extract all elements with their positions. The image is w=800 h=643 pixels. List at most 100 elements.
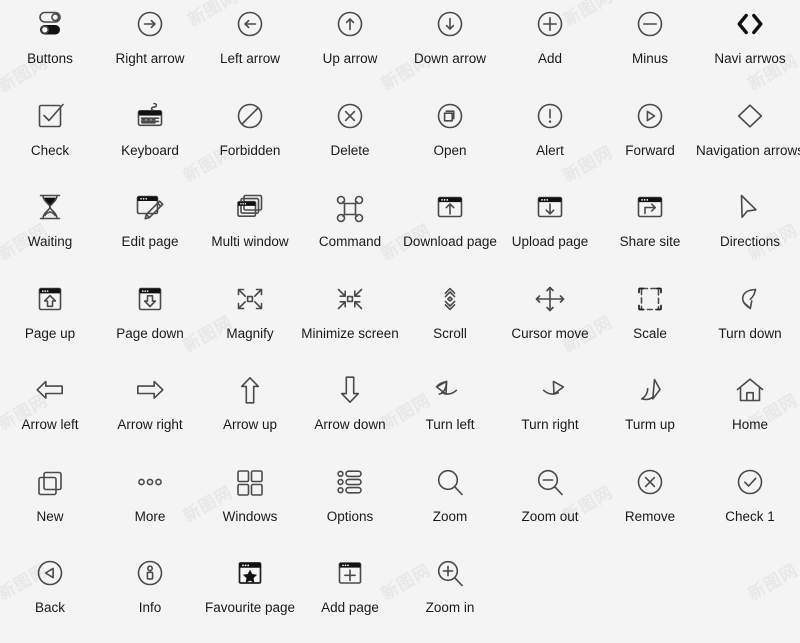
icon-cell[interactable]: Minus bbox=[600, 0, 700, 92]
icon-cell[interactable]: Forbidden bbox=[200, 92, 300, 184]
icon-label: Arrow left bbox=[21, 417, 79, 432]
icon-cell[interactable]: New bbox=[0, 458, 100, 550]
icon-label: Scroll bbox=[433, 325, 467, 341]
icon-cell[interactable]: Add page bbox=[300, 549, 400, 641]
icon-cell[interactable]: Forward bbox=[600, 92, 700, 184]
icon-label: Add page bbox=[321, 600, 379, 615]
scroll-chevrons-icon bbox=[426, 281, 474, 321]
turn-right-arrow-icon bbox=[526, 372, 574, 412]
keyboard-icon bbox=[126, 98, 174, 138]
icon-cell[interactable]: Delete bbox=[300, 92, 400, 184]
browser-plus-icon bbox=[326, 555, 374, 595]
icon-cell[interactable]: Zoom bbox=[400, 458, 500, 550]
icon-cell[interactable]: Options bbox=[300, 458, 400, 550]
icon-cell[interactable]: Arrow left bbox=[0, 366, 100, 458]
icon-cell[interactable]: Check bbox=[0, 92, 100, 184]
icon-label: Turn right bbox=[521, 417, 579, 432]
icon-cell[interactable]: Arrow right bbox=[100, 366, 200, 458]
magnifier-icon bbox=[426, 464, 474, 504]
icon-label: Magnify bbox=[226, 325, 274, 341]
icon-cell[interactable]: Turm up bbox=[600, 366, 700, 458]
icon-label: Remove bbox=[624, 508, 676, 524]
icon-cell[interactable]: Multi window bbox=[200, 183, 300, 275]
icon-cell[interactable]: Navigation arrows bbox=[696, 92, 800, 184]
icon-cell[interactable]: Alert bbox=[500, 92, 600, 184]
browser-page-down-icon bbox=[126, 281, 174, 321]
icon-cell[interactable]: Magnify bbox=[200, 275, 300, 367]
icon-label: Check bbox=[30, 142, 70, 158]
icon-cell[interactable]: Scroll bbox=[400, 275, 500, 367]
icon-cell[interactable]: Left arrow bbox=[200, 0, 300, 92]
icon-cell[interactable]: Download page bbox=[400, 183, 500, 275]
diamond-outline-icon bbox=[726, 98, 774, 138]
icon-cell[interactable]: Turn left bbox=[400, 366, 500, 458]
icon-label: Home bbox=[731, 417, 768, 432]
circle-triangle-left-icon bbox=[26, 555, 74, 595]
icon-cell[interactable]: Upload page bbox=[500, 183, 600, 275]
icon-cell[interactable]: Home bbox=[700, 366, 800, 458]
circle-exclamation-icon bbox=[526, 98, 574, 138]
icon-label: Open bbox=[433, 142, 467, 158]
icon-cell[interactable]: Windows bbox=[200, 458, 300, 550]
icon-cell[interactable]: Add bbox=[500, 0, 600, 92]
icon-cell[interactable]: Cursor move bbox=[500, 275, 600, 367]
icon-label: Check 1 bbox=[725, 508, 775, 524]
icon-label: Zoom in bbox=[425, 600, 475, 615]
icon-cell[interactable]: Remove bbox=[600, 458, 700, 550]
block-arrow-left-icon bbox=[26, 372, 74, 412]
icon-label: Page up bbox=[24, 325, 76, 341]
icon-cell[interactable]: Zoom in bbox=[400, 549, 500, 641]
icon-cell[interactable]: Navi arrwos bbox=[700, 0, 800, 92]
browser-page-up-icon bbox=[26, 281, 74, 321]
icon-cell[interactable]: Arrow up bbox=[200, 366, 300, 458]
icon-cell[interactable]: Right arrow bbox=[100, 0, 200, 92]
icon-cell[interactable]: More bbox=[100, 458, 200, 550]
icon-cell[interactable]: Down arrow bbox=[400, 0, 500, 92]
icon-cell[interactable]: Zoom out bbox=[500, 458, 600, 550]
icon-cell[interactable]: Turn down bbox=[700, 275, 800, 367]
icon-cell[interactable]: Info bbox=[100, 549, 200, 641]
checkbox-check-icon bbox=[26, 98, 74, 138]
icon-label: Right arrow bbox=[115, 51, 185, 66]
icon-label: Arrow up bbox=[222, 417, 278, 432]
icon-cell[interactable]: Keyboard bbox=[100, 92, 200, 184]
icon-cell[interactable]: Up arrow bbox=[300, 0, 400, 92]
hourglass-icon bbox=[26, 189, 74, 229]
icon-cell[interactable]: Back bbox=[0, 549, 100, 641]
icon-cell[interactable]: Favourite page bbox=[200, 549, 300, 641]
icon-cell[interactable]: Page up bbox=[0, 275, 100, 367]
icon-cell[interactable]: Edit page bbox=[100, 183, 200, 275]
icon-label: Left arrow bbox=[219, 51, 281, 66]
turn-down-arrow-icon bbox=[726, 281, 774, 321]
icon-cell[interactable]: Check 1 bbox=[700, 458, 800, 550]
icon-label: Share site bbox=[619, 234, 681, 249]
circle-arrow-down-icon bbox=[426, 6, 474, 46]
circle-slash-icon bbox=[226, 98, 274, 138]
grid-four-squares-icon bbox=[226, 464, 274, 504]
browser-share-arrow-icon bbox=[626, 189, 674, 229]
icon-label: Buttons bbox=[27, 51, 73, 66]
icon-cell[interactable]: Minimize screen bbox=[300, 275, 400, 367]
icon-cell[interactable]: Turn right bbox=[500, 366, 600, 458]
icon-cell[interactable]: Scale bbox=[600, 275, 700, 367]
toggle-switches-icon bbox=[26, 6, 74, 46]
icon-cell[interactable]: Share site bbox=[600, 183, 700, 275]
icon-cell[interactable]: Directions bbox=[700, 183, 800, 275]
icon-cell[interactable]: Buttons bbox=[0, 0, 100, 92]
icon-cell[interactable]: Open bbox=[400, 92, 500, 184]
circle-arrow-up-icon bbox=[326, 6, 374, 46]
icon-label: Back bbox=[34, 600, 65, 615]
icon-cell[interactable]: Page down bbox=[100, 275, 200, 367]
icon-label: Multi window bbox=[211, 234, 289, 249]
icon-label: Upload page bbox=[511, 234, 589, 249]
magnifier-plus-icon bbox=[426, 555, 474, 595]
browser-star-icon bbox=[226, 555, 274, 595]
icon-cell[interactable]: Command bbox=[300, 183, 400, 275]
icon-cell[interactable]: Arrow down bbox=[300, 366, 400, 458]
turn-up-arrow-icon bbox=[626, 372, 674, 412]
icon-label: Arrow down bbox=[314, 417, 386, 432]
icon-cell[interactable]: Waiting bbox=[0, 183, 100, 275]
block-arrow-down-icon bbox=[326, 372, 374, 412]
icon-label: Zoom bbox=[432, 508, 468, 524]
command-key-icon bbox=[326, 189, 374, 229]
